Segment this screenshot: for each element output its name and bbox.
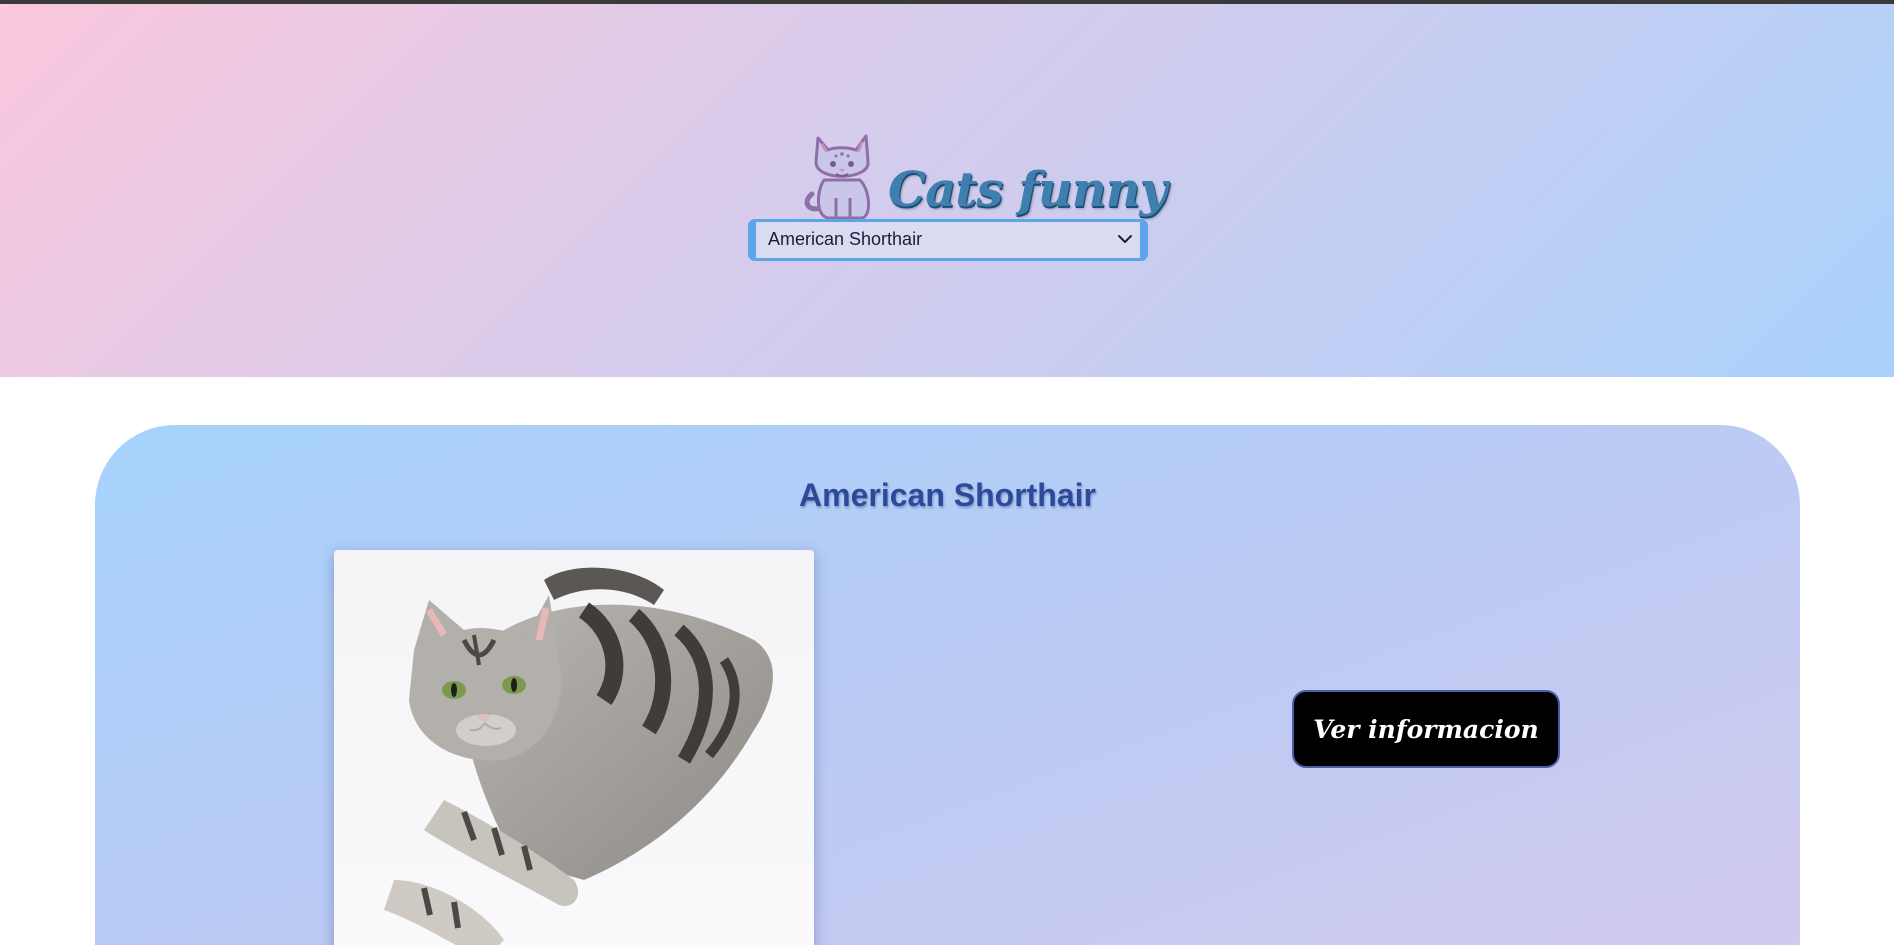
brand: Cats funny [800,128,1167,224]
cat-logo-icon [800,128,880,222]
ver-informacion-button[interactable]: Ver informacion [1292,690,1560,768]
breed-select[interactable]: American Shorthair [748,219,1148,261]
breed-card: American Shorthair Ver informacion [95,425,1800,945]
cat-photo [334,550,814,945]
chevron-down-icon[interactable] [1116,230,1134,248]
brand-title: Cats funny [888,162,1167,218]
breed-name: American Shorthair [799,477,1096,513]
breed-select-value: American Shorthair [768,229,923,249]
page-header: Cats funny American Shorthair [0,4,1894,377]
